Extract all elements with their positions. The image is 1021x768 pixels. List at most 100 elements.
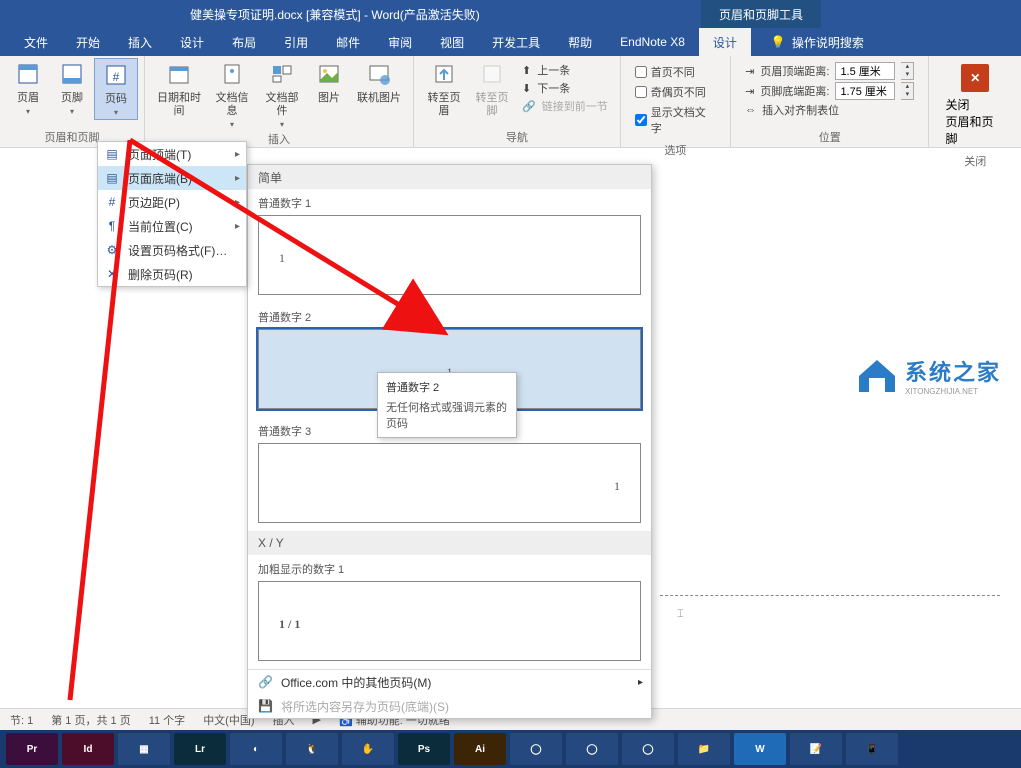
group-options: 首页不同 奇偶页不同 显示文档文字 选项 <box>621 56 731 147</box>
office-more-button[interactable]: 🔗Office.com 中的其他页码(M)▸ <box>248 670 651 694</box>
chevron-right-icon: ▸ <box>235 197 240 208</box>
status-words[interactable]: 11 个字 <box>149 712 185 728</box>
footer-dist-spinner[interactable]: ▴▾ <box>901 82 914 100</box>
status-section[interactable]: 节: 1 <box>10 712 33 728</box>
window-title: 健美操专项证明.docx [兼容模式] - Word(产品激活失败) <box>190 6 480 23</box>
header-dist-spinner[interactable]: ▴▾ <box>901 62 914 80</box>
status-page[interactable]: 第 1 页，共 1 页 <box>51 712 130 728</box>
diff-first-checkbox[interactable]: 首页不同 <box>635 64 716 80</box>
group-position: ⇥ 页眉顶端距离: ▴▾ ⇥ 页脚底端距离: ▴▾ ⇔ 插入对齐制表位 位置 <box>731 56 929 147</box>
gallery-item-plain-3[interactable]: 1 <box>258 443 641 523</box>
taskbar-browser-3[interactable]: ◯ <box>622 733 674 765</box>
group-close: ✕ 关闭 页眉和页脚 关闭 <box>929 56 1021 147</box>
taskbar-app-7[interactable]: ✋ <box>342 733 394 765</box>
remove-icon: ✕ <box>104 267 120 281</box>
taskbar-app-5[interactable]: ◐ <box>230 733 282 765</box>
tab-design[interactable]: 设计 <box>166 28 218 56</box>
taskbar-illustrator[interactable]: Ai <box>454 733 506 765</box>
taskbar-app-3[interactable]: ▦ <box>118 733 170 765</box>
page-bottom-icon: ▤ <box>104 171 120 185</box>
date-time-button[interactable]: 日期和时间 <box>151 58 207 131</box>
taskbar-photoshop[interactable]: Ps <box>398 733 450 765</box>
online-picture-icon <box>365 60 393 88</box>
tab-file[interactable]: 文件 <box>10 28 62 56</box>
taskbar-notepad[interactable]: 📝 <box>790 733 842 765</box>
title-bar: 健美操专项证明.docx [兼容模式] - Word(产品激活失败) <box>0 0 1021 28</box>
next-icon: ⬇ <box>522 82 531 95</box>
tab-references[interactable]: 引用 <box>270 28 322 56</box>
page-number-dropdown: ▤页面顶端(T)▸ ▤页面底端(B)▸ #页边距(P)▸ ¶当前位置(C)▸ ⚙… <box>97 141 247 287</box>
taskbar: Pr Id ▦ Lr ◐ 🐧 ✋ Ps Ai ◯ ◯ ◯ 📁 W 📝 📱 <box>0 730 1021 768</box>
doc-parts-button[interactable]: 文档部件▾ <box>257 58 307 131</box>
tab-hf-design[interactable]: 设计 <box>699 28 751 56</box>
chevron-right-icon: ▸ <box>638 677 643 688</box>
header-button[interactable]: 页眉▾ <box>6 58 50 120</box>
format-icon: ⚙ <box>104 243 120 257</box>
tab-review[interactable]: 审阅 <box>374 28 426 56</box>
tab-home[interactable]: 开始 <box>62 28 114 56</box>
tab-mailings[interactable]: 邮件 <box>322 28 374 56</box>
taskbar-indesign[interactable]: Id <box>62 733 114 765</box>
tab-layout[interactable]: 布局 <box>218 28 270 56</box>
page-footer-area <box>660 595 1000 615</box>
ribbon: 页眉▾ 页脚▾ # 页码▾ 页眉和页脚 日期和时间 文档信息▾ <box>0 56 1021 148</box>
office-icon: 🔗 <box>258 675 273 689</box>
diff-oddeven-checkbox[interactable]: 奇偶页不同 <box>635 84 716 100</box>
picture-button[interactable]: 图片 <box>307 58 351 131</box>
group-header-footer: 页眉▾ 页脚▾ # 页码▾ 页眉和页脚 <box>0 56 145 147</box>
gallery-item-bold-1[interactable]: 1 / 1 <box>258 581 641 661</box>
footer-button[interactable]: 页脚▾ <box>50 58 94 120</box>
ribbon-tabs: 文件 开始 插入 设计 布局 引用 邮件 审阅 视图 开发工具 帮助 EndNo… <box>0 28 1021 56</box>
prev-icon: ⬆ <box>522 64 531 77</box>
bulb-icon: 💡 <box>771 35 786 49</box>
prev-button[interactable]: ⬆上一条 <box>522 62 608 78</box>
chevron-right-icon: ▸ <box>235 173 240 184</box>
goto-header-button[interactable]: 转至页眉 <box>420 58 468 120</box>
taskbar-browser-1[interactable]: ◯ <box>510 733 562 765</box>
menu-format-page-numbers[interactable]: ⚙设置页码格式(F)… <box>98 238 246 262</box>
doc-info-button[interactable]: 文档信息▾ <box>207 58 257 131</box>
taskbar-lightroom[interactable]: Lr <box>174 733 226 765</box>
link-icon: 🔗 <box>522 100 536 113</box>
header-icon <box>14 60 42 88</box>
menu-page-bottom[interactable]: ▤页面底端(B)▸ <box>98 166 246 190</box>
link-prev-button: 🔗链接到前一节 <box>522 98 608 114</box>
save-icon: 💾 <box>258 699 273 713</box>
header-dist-input[interactable] <box>835 62 895 80</box>
menu-remove-page-numbers[interactable]: ✕删除页码(R) <box>98 262 246 286</box>
gallery-heading-simple: 简单 <box>248 165 651 189</box>
gallery-heading-xy: X / Y <box>248 531 651 555</box>
chevron-right-icon: ▸ <box>235 221 240 232</box>
show-doc-text-checkbox[interactable]: 显示文档文字 <box>635 104 716 136</box>
calendar-icon <box>165 60 193 88</box>
menu-page-top[interactable]: ▤页面顶端(T)▸ <box>98 142 246 166</box>
tooltip-body: 无任何格式或强调元素的页码 <box>386 399 508 431</box>
menu-page-margin[interactable]: #页边距(P)▸ <box>98 190 246 214</box>
current-pos-icon: ¶ <box>104 219 120 233</box>
doc-info-icon <box>218 60 246 88</box>
page-number-button[interactable]: # 页码▾ <box>94 58 138 120</box>
taskbar-explorer[interactable]: 📁 <box>678 733 730 765</box>
tab-view[interactable]: 视图 <box>426 28 478 56</box>
close-hf-button[interactable]: ✕ 关闭 页眉和页脚 <box>935 58 1015 153</box>
taskbar-premiere[interactable]: Pr <box>6 733 58 765</box>
taskbar-wps[interactable]: W <box>734 733 786 765</box>
menu-current-position[interactable]: ¶当前位置(C)▸ <box>98 214 246 238</box>
tab-endnote[interactable]: EndNote X8 <box>606 28 699 56</box>
tab-insert[interactable]: 插入 <box>114 28 166 56</box>
insert-align-tab-button[interactable]: ⇔ 插入对齐制表位 <box>745 102 914 118</box>
taskbar-phone[interactable]: 📱 <box>846 733 898 765</box>
gallery-label-2: 普通数字 2 <box>248 303 651 329</box>
next-button[interactable]: ⬇下一条 <box>522 80 608 96</box>
page-number-icon: # <box>102 61 130 89</box>
online-picture-button[interactable]: 联机图片 <box>351 58 407 131</box>
close-icon: ✕ <box>961 64 989 92</box>
taskbar-chrome[interactable]: ◯ <box>566 733 618 765</box>
tab-help[interactable]: 帮助 <box>554 28 606 56</box>
tab-developer[interactable]: 开发工具 <box>478 28 554 56</box>
goto-header-icon <box>430 60 458 88</box>
gallery-item-plain-1[interactable]: 1 <box>258 215 641 295</box>
taskbar-qq[interactable]: 🐧 <box>286 733 338 765</box>
footer-dist-input[interactable] <box>835 82 895 100</box>
tell-me-search[interactable]: 💡 操作说明搜索 <box>751 34 864 51</box>
